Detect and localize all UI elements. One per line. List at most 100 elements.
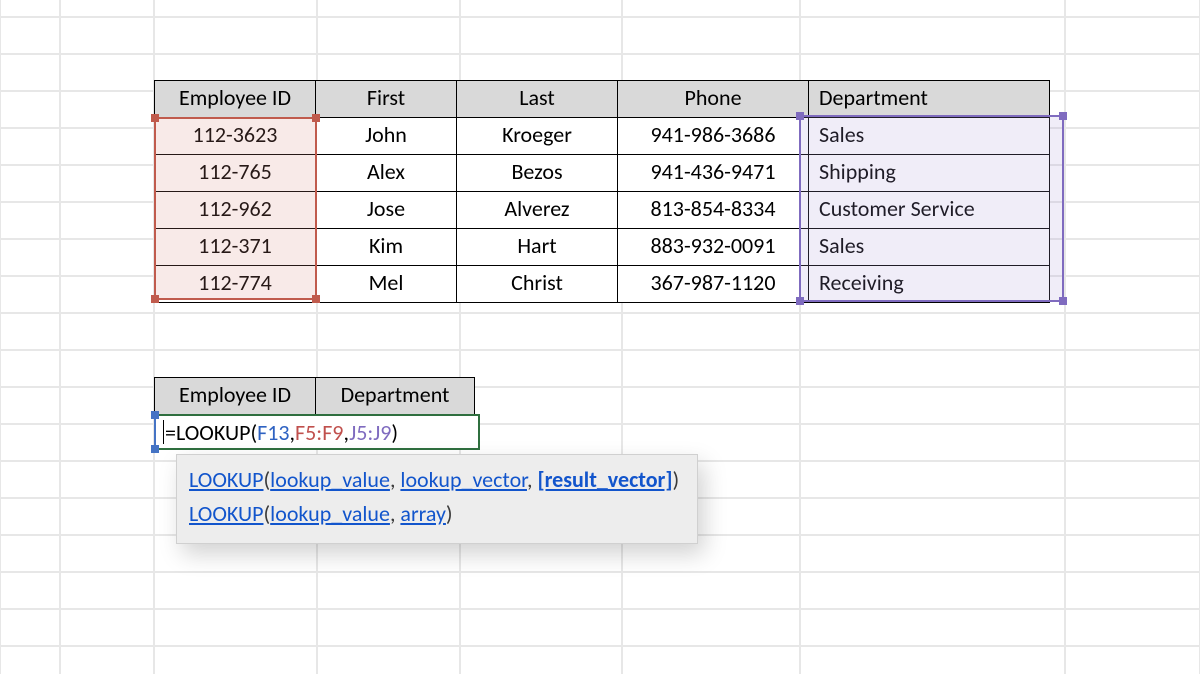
grid-cell[interactable] [800, 498, 1065, 535]
cell-last[interactable]: Hart [457, 229, 618, 266]
grid-cell[interactable] [1065, 424, 1200, 461]
grid-cell[interactable] [0, 609, 60, 646]
grid-cell[interactable] [1065, 276, 1200, 313]
grid-cell[interactable] [317, 0, 460, 17]
grid-cell[interactable] [0, 461, 60, 498]
grid-cell[interactable] [1065, 535, 1200, 572]
grid-cell[interactable] [0, 646, 60, 674]
grid-cell[interactable] [0, 276, 60, 313]
cell-first[interactable]: John [316, 118, 457, 155]
tooltip-signature-1[interactable]: LOOKUP(lookup_value, lookup_vector, [res… [189, 463, 679, 497]
grid-cell[interactable] [1065, 461, 1200, 498]
grid-cell[interactable] [460, 350, 622, 387]
grid-cell[interactable] [0, 239, 60, 276]
cell-department[interactable]: Receiving [809, 266, 1050, 303]
cell-first[interactable]: Kim [316, 229, 457, 266]
grid-cell[interactable] [154, 313, 317, 350]
grid-cell[interactable] [0, 91, 60, 128]
grid-cell[interactable] [800, 387, 1065, 424]
grid-cell[interactable] [622, 350, 800, 387]
cell-employee-id[interactable]: 112-962 [155, 192, 316, 229]
table-row[interactable]: 112-3623JohnKroeger941-986-3686Sales [155, 118, 1050, 155]
cell-first[interactable]: Jose [316, 192, 457, 229]
grid-cell[interactable] [460, 646, 622, 674]
grid-cell[interactable] [1065, 572, 1200, 609]
grid-cell[interactable] [460, 313, 622, 350]
header-first[interactable]: First [316, 81, 457, 118]
grid-cell[interactable] [1065, 350, 1200, 387]
table-row[interactable]: 112-371KimHart883-932-0091Sales [155, 229, 1050, 266]
cell-last[interactable]: Alverez [457, 192, 618, 229]
lookup-header-department[interactable]: Department [316, 378, 475, 415]
grid-cell[interactable] [800, 572, 1065, 609]
grid-cell[interactable] [800, 646, 1065, 674]
grid-cell[interactable] [60, 535, 154, 572]
grid-cell[interactable] [460, 17, 622, 54]
table-row[interactable]: 112-765AlexBezos941-436-9471Shipping [155, 155, 1050, 192]
grid-cell[interactable] [1065, 239, 1200, 276]
lookup-header-table[interactable]: Employee ID Department [154, 377, 475, 415]
grid-cell[interactable] [60, 572, 154, 609]
grid-cell[interactable] [317, 609, 460, 646]
grid-cell[interactable] [317, 17, 460, 54]
cell-employee-id[interactable]: 112-774 [155, 266, 316, 303]
cell-employee-id[interactable]: 112-3623 [155, 118, 316, 155]
grid-cell[interactable] [60, 0, 154, 17]
grid-cell[interactable] [0, 424, 60, 461]
grid-cell[interactable] [800, 350, 1065, 387]
grid-cell[interactable] [1065, 202, 1200, 239]
lookup-header-employee-id[interactable]: Employee ID [155, 378, 316, 415]
grid-cell[interactable] [0, 350, 60, 387]
grid-cell[interactable] [1065, 609, 1200, 646]
grid-cell[interactable] [60, 350, 154, 387]
header-department[interactable]: Department [809, 81, 1050, 118]
grid-cell[interactable] [1065, 165, 1200, 202]
function-signature-tooltip[interactable]: LOOKUP(lookup_value, lookup_vector, [res… [176, 454, 698, 544]
grid-cell[interactable] [60, 424, 154, 461]
grid-cell[interactable] [317, 313, 460, 350]
cell-phone[interactable]: 367-987-1120 [618, 266, 809, 303]
employee-table[interactable]: Employee ID First Last Phone Department … [154, 80, 1050, 303]
grid-cell[interactable] [800, 313, 1065, 350]
grid-cell[interactable] [60, 165, 154, 202]
cell-phone[interactable]: 883-932-0091 [618, 229, 809, 266]
formula-cell[interactable]: =LOOKUP(F13,F5:F9,J5:J9) [154, 414, 480, 450]
grid-cell[interactable] [60, 91, 154, 128]
cell-phone[interactable]: 941-436-9471 [618, 155, 809, 192]
grid-cell[interactable] [60, 276, 154, 313]
grid-cell[interactable] [154, 646, 317, 674]
grid-cell[interactable] [800, 0, 1065, 17]
grid-cell[interactable] [460, 0, 622, 17]
cell-department[interactable]: Sales [809, 118, 1050, 155]
grid-cell[interactable] [800, 461, 1065, 498]
cell-last[interactable]: Bezos [457, 155, 618, 192]
grid-cell[interactable] [0, 313, 60, 350]
grid-cell[interactable] [317, 646, 460, 674]
grid-cell[interactable] [60, 498, 154, 535]
grid-cell[interactable] [622, 313, 800, 350]
grid-cell[interactable] [622, 17, 800, 54]
header-last[interactable]: Last [457, 81, 618, 118]
grid-cell[interactable] [1065, 498, 1200, 535]
grid-cell[interactable] [1065, 313, 1200, 350]
grid-cell[interactable] [1065, 91, 1200, 128]
grid-cell[interactable] [60, 646, 154, 674]
grid-cell[interactable] [60, 239, 154, 276]
grid-cell[interactable] [800, 535, 1065, 572]
grid-cell[interactable] [0, 572, 60, 609]
header-phone[interactable]: Phone [618, 81, 809, 118]
grid-cell[interactable] [0, 202, 60, 239]
grid-cell[interactable] [60, 461, 154, 498]
table-row[interactable]: 112-774MelChrist367-987-1120Receiving [155, 266, 1050, 303]
cell-department[interactable]: Sales [809, 229, 1050, 266]
grid-cell[interactable] [154, 572, 317, 609]
grid-cell[interactable] [0, 387, 60, 424]
grid-cell[interactable] [0, 535, 60, 572]
grid-cell[interactable] [800, 424, 1065, 461]
cell-employee-id[interactable]: 112-765 [155, 155, 316, 192]
grid-cell[interactable] [60, 313, 154, 350]
grid-cell[interactable] [1065, 387, 1200, 424]
cell-last[interactable]: Christ [457, 266, 618, 303]
grid-cell[interactable] [317, 572, 460, 609]
grid-cell[interactable] [60, 128, 154, 165]
